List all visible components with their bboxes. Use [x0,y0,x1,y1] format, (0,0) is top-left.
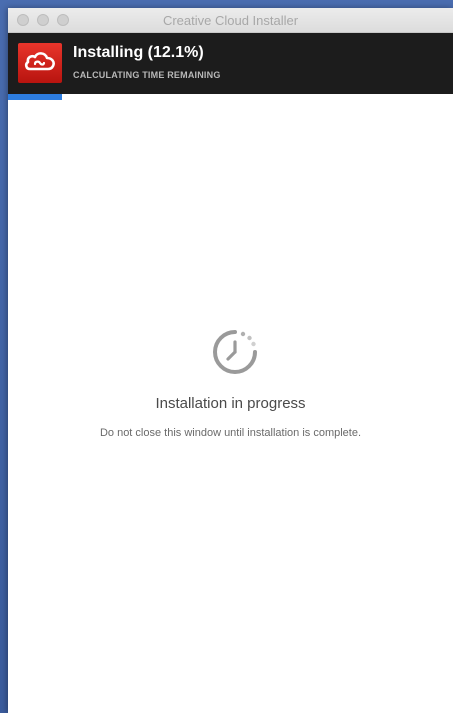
status-message: Installation in progress [155,395,306,412]
main-content: Installation in progress Do not close th… [8,100,453,713]
clock-spinner-icon [209,326,261,383]
install-status-title: Installing (12.1%) [73,44,204,61]
title-bar[interactable]: Creative Cloud Installer [8,8,453,33]
time-remaining-label: CALCULATING TIME REMAINING [73,70,221,80]
creative-cloud-icon [18,43,62,83]
desktop: Creative Cloud Installer Installing (12.… [0,0,453,713]
installer-window: Creative Cloud Installer Installing (12.… [8,8,453,713]
warning-message: Do not close this window until installat… [99,427,362,439]
install-header: Installing (12.1%) CALCULATING TIME REMA… [8,33,453,94]
window-title: Creative Cloud Installer [162,13,299,28]
